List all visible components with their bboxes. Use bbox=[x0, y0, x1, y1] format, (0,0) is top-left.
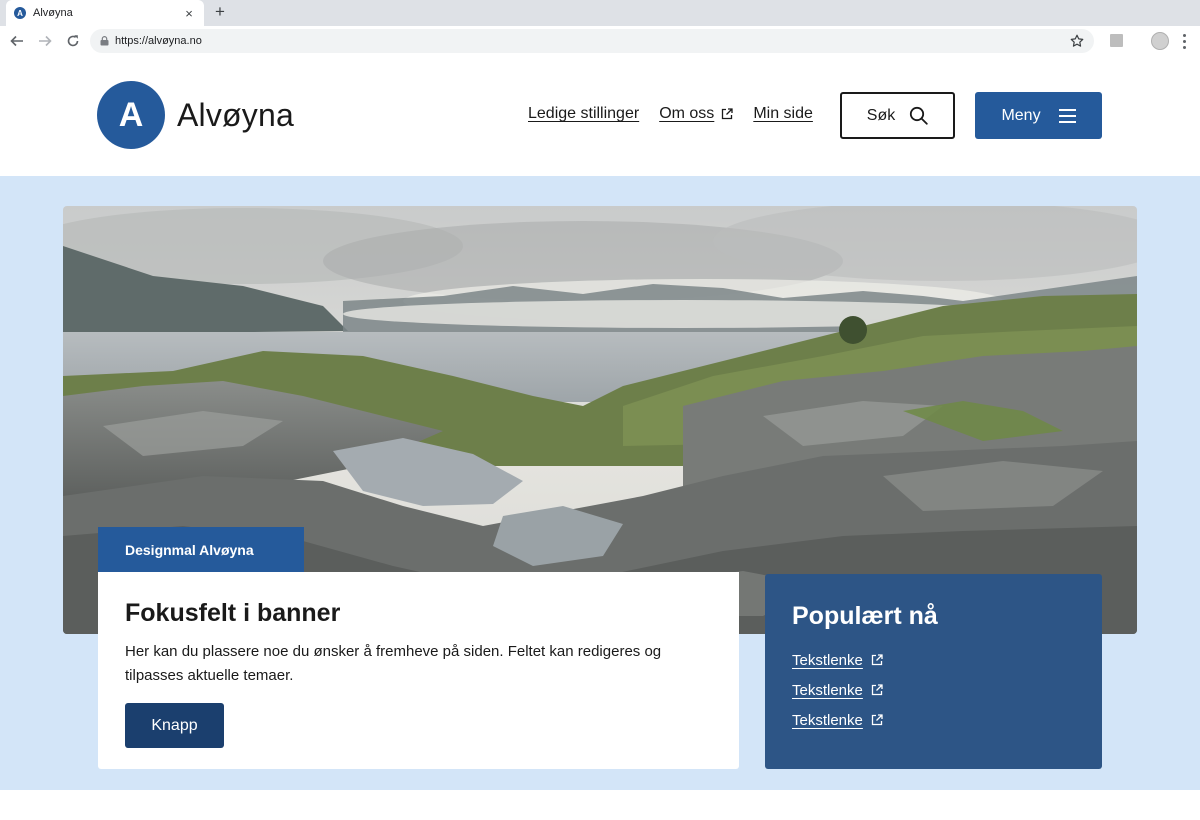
page-footer-area bbox=[0, 790, 1200, 820]
nav-link-label: Om oss bbox=[659, 105, 715, 122]
nav-link-min-side[interactable]: Min side bbox=[753, 105, 813, 123]
lock-icon bbox=[100, 36, 109, 46]
popular-link[interactable]: Tekstlenke bbox=[792, 645, 1075, 675]
address-bar[interactable]: https://alvøyna.no bbox=[90, 29, 1094, 53]
popular-link[interactable]: Tekstlenke bbox=[792, 675, 1075, 705]
profile-icon[interactable] bbox=[1151, 32, 1169, 50]
popular-title: Populært nå bbox=[792, 602, 938, 630]
favicon-icon: A bbox=[14, 7, 26, 19]
search-button[interactable]: Søk bbox=[840, 92, 955, 139]
new-tab-button[interactable]: + bbox=[210, 2, 230, 22]
popular-link-label: Tekstlenke bbox=[792, 711, 863, 729]
search-icon bbox=[910, 106, 928, 125]
external-link-icon bbox=[871, 684, 883, 696]
popular-card: Populært nå Tekstlenke Tekstlenke Tekstl… bbox=[765, 574, 1102, 769]
browser-tab[interactable]: A Alvøyna × bbox=[6, 0, 204, 26]
reload-icon[interactable] bbox=[60, 28, 86, 54]
banner-tag: Designmal Alvøyna bbox=[98, 527, 304, 572]
external-link-icon bbox=[722, 108, 733, 120]
star-icon[interactable] bbox=[1070, 34, 1084, 48]
tab-title: Alvøyna bbox=[33, 7, 73, 19]
site-header: A Alvøyna Ledige stillinger Om oss Min s… bbox=[0, 56, 1200, 176]
menu-button[interactable]: Meny bbox=[975, 92, 1102, 139]
forward-arrow-icon[interactable] bbox=[32, 28, 58, 54]
nav-link-label: Min side bbox=[753, 105, 813, 122]
focus-title: Fokusfelt i banner bbox=[125, 599, 341, 627]
nav-link-ledige-stillinger[interactable]: Ledige stillinger bbox=[528, 105, 639, 123]
popular-link-label: Tekstlenke bbox=[792, 651, 863, 669]
focus-card: Fokusfelt i banner Her kan du plassere n… bbox=[98, 572, 739, 769]
focus-button[interactable]: Knapp bbox=[125, 703, 224, 748]
external-link-icon bbox=[871, 714, 883, 726]
popular-link-label: Tekstlenke bbox=[792, 681, 863, 699]
hamburger-icon bbox=[1058, 108, 1076, 123]
browser-tab-bar: A Alvøyna × + bbox=[0, 0, 1200, 26]
kebab-menu-icon[interactable] bbox=[1180, 32, 1188, 50]
site-logo[interactable]: A Alvøyna bbox=[97, 81, 294, 149]
focus-text: Her kan du plassere noe du ønsker å frem… bbox=[125, 643, 662, 684]
external-link-icon bbox=[871, 654, 883, 666]
logo-text: Alvøyna bbox=[177, 96, 294, 133]
nav-link-label: Ledige stillinger bbox=[528, 105, 640, 122]
nav-link-om-oss[interactable]: Om oss bbox=[659, 105, 733, 123]
extension-icon[interactable] bbox=[1110, 34, 1123, 47]
browser-toolbar: https://alvøyna.no bbox=[0, 26, 1200, 56]
hero-section: Designmal Alvøyna Fokusfelt i banner Her… bbox=[0, 176, 1200, 790]
top-navigation: Ledige stillinger Om oss Min side bbox=[528, 105, 813, 123]
url-text: https://alvøyna.no bbox=[115, 35, 202, 47]
logo-mark: A bbox=[97, 81, 165, 149]
popular-link[interactable]: Tekstlenke bbox=[792, 705, 1075, 735]
menu-button-label: Meny bbox=[1001, 106, 1041, 124]
back-arrow-icon[interactable] bbox=[4, 28, 30, 54]
close-tab-icon[interactable]: × bbox=[182, 6, 196, 21]
search-button-label: Søk bbox=[866, 106, 896, 124]
